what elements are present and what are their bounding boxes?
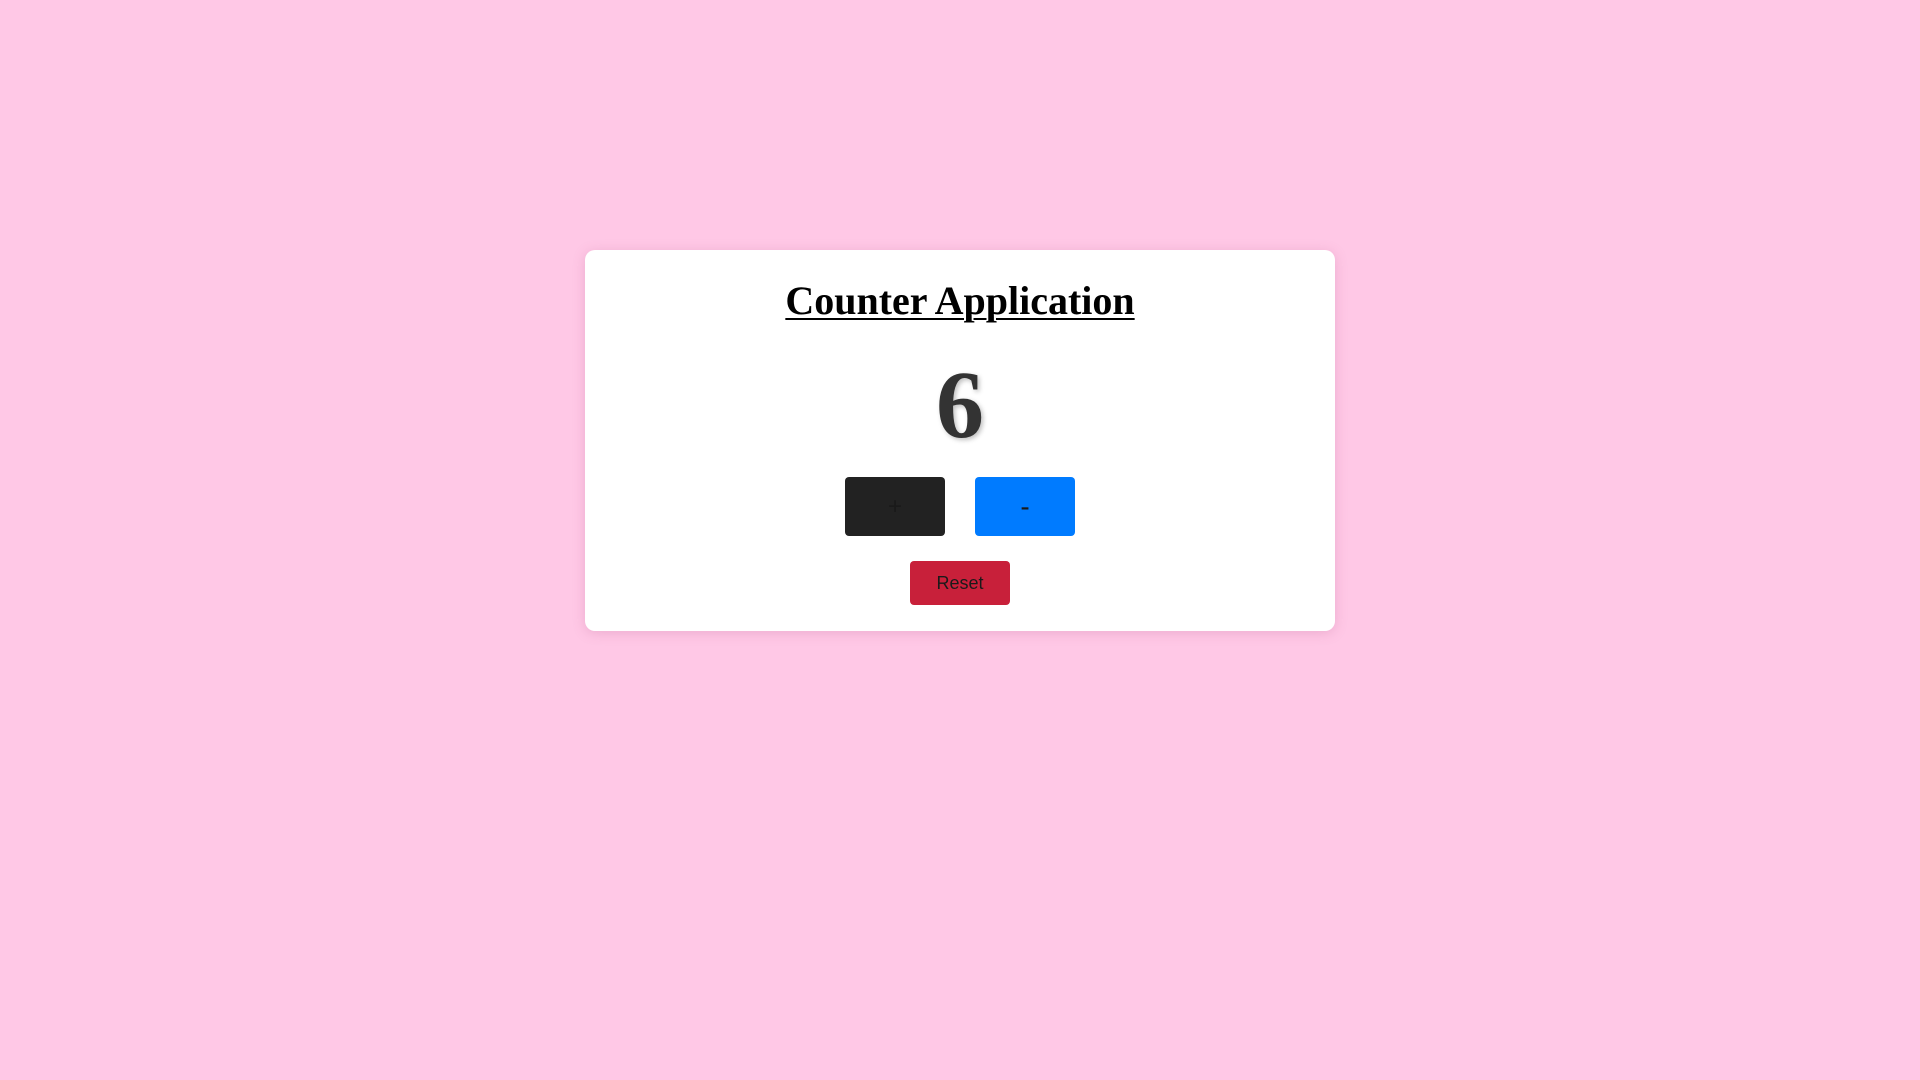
counter-card: Counter Application 6 + - Reset: [585, 250, 1335, 631]
increment-button[interactable]: +: [845, 477, 945, 536]
page-title: Counter Application: [785, 278, 1135, 323]
counter-button-row: + -: [585, 477, 1335, 536]
counter-value: 6: [936, 351, 984, 458]
decrement-button[interactable]: -: [975, 477, 1075, 536]
reset-button[interactable]: Reset: [910, 561, 1010, 605]
